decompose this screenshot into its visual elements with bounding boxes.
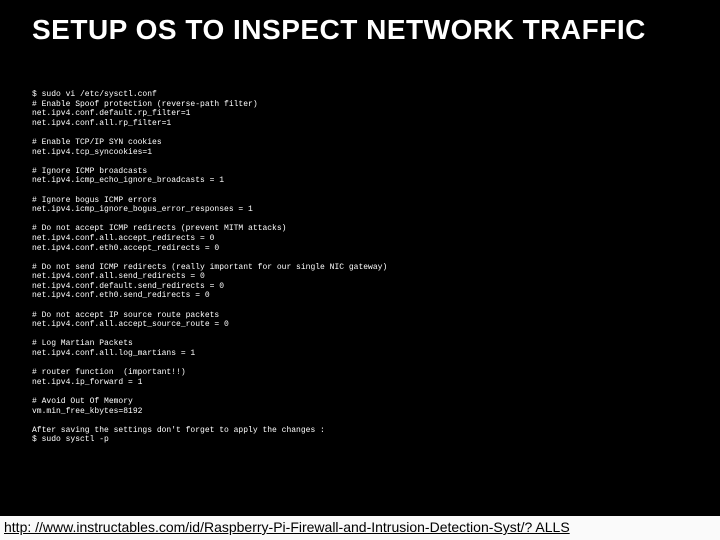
slide-title: SETUP OS TO INSPECT NETWORK TRAFFIC: [32, 14, 688, 46]
slide: SETUP OS TO INSPECT NETWORK TRAFFIC $ su…: [0, 0, 720, 540]
source-link[interactable]: http: //www.instructables.com/id/Raspber…: [0, 516, 720, 540]
code-block: $ sudo vi /etc/sysctl.conf # Enable Spoo…: [32, 90, 700, 445]
